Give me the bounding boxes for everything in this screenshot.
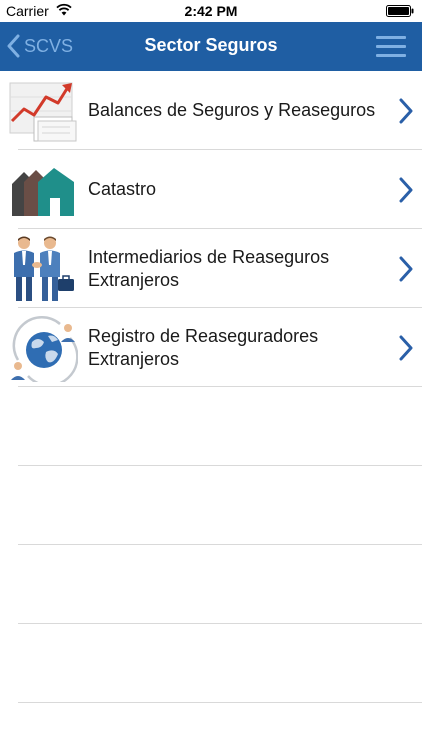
businessmen-handshake-icon — [14, 236, 74, 301]
houses-icon — [12, 168, 74, 216]
empty-row — [0, 387, 422, 466]
chevron-right-icon — [399, 98, 413, 124]
chevron-right-icon — [399, 256, 413, 282]
chevron-right-icon — [399, 335, 413, 361]
empty-row — [0, 466, 422, 545]
chevron-right-icon — [399, 177, 413, 203]
status-bar: Carrier 2:42 PM — [0, 0, 422, 22]
page-title: Sector Seguros — [144, 35, 278, 55]
list-item-label: Balances de Seguros y Reaseguros — [88, 100, 376, 120]
hamburger-menu-icon[interactable] — [376, 34, 406, 58]
navigation-bar: SCVS Sector Seguros — [0, 22, 422, 71]
list-item-label: Intermediarios de Reaseguros Extranjeros — [88, 246, 330, 290]
list-item-label: Registro de Reaseguradores Extranjeros — [88, 325, 319, 369]
list-item-catastro[interactable]: Catastro — [0, 150, 422, 229]
screen: Carrier 2:42 PM SCVS Sector Seguros Bala… — [0, 0, 422, 750]
list-item-intermediarios[interactable]: Intermediarios de Reaseguros Extranjeros — [0, 229, 422, 308]
list-item-label: Catastro — [88, 179, 157, 199]
empty-row — [0, 545, 422, 624]
sector-list: Balances de Seguros y Reaseguros Catastr… — [0, 71, 422, 703]
chart-growth-icon — [9, 82, 77, 142]
battery-icon — [386, 5, 414, 17]
list-item-registro[interactable]: Registro de Reaseguradores Extranjeros — [0, 308, 422, 387]
globe-people-icon — [11, 316, 78, 382]
status-time: 2:42 PM — [184, 3, 238, 19]
empty-row — [0, 624, 422, 703]
row-divider — [18, 702, 422, 703]
list-item-balances[interactable]: Balances de Seguros y Reaseguros — [0, 71, 422, 150]
